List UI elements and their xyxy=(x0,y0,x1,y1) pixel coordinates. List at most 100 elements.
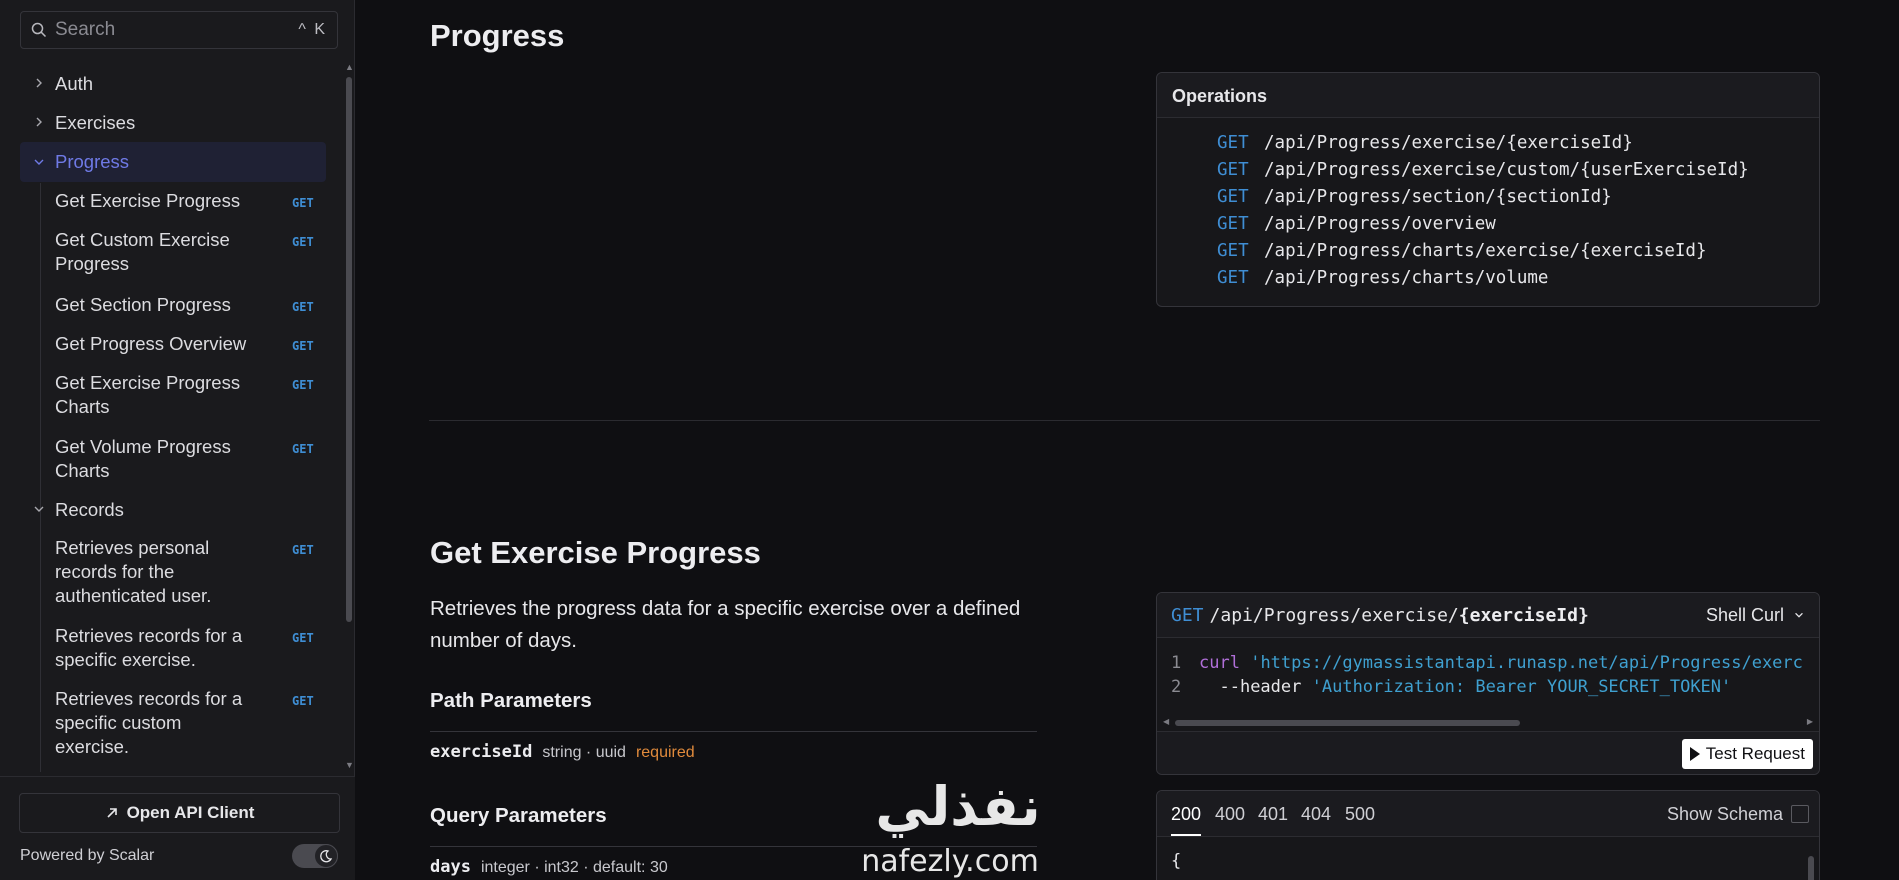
query-parameter-row: days integer · int32 · default: 30 xyxy=(430,857,668,877)
sidebar-item-get-volume-progress-charts[interactable]: Get Volume Progress Charts GET xyxy=(55,435,314,483)
scrollbar-thumb[interactable] xyxy=(346,77,352,622)
code-header-value: 'Authorization: Bearer YOUR_SECRET_TOKEN… xyxy=(1311,677,1732,697)
response-body: { xyxy=(1171,851,1182,871)
chevron-right-icon xyxy=(36,117,42,127)
sidebar-item-label: Get Section Progress xyxy=(55,294,231,315)
scroll-down-icon[interactable]: ▼ xyxy=(345,760,354,770)
operation-path: /api/Progress/charts/exercise/{exerciseI… xyxy=(1264,241,1707,261)
endpoint-description: Retrieves the progress data for a specif… xyxy=(430,597,1021,652)
request-header: GET/api/Progress/exercise/{exerciseId} S… xyxy=(1157,593,1819,638)
sidebar-item-auth[interactable]: Auth xyxy=(20,72,326,96)
language-label: Shell Curl xyxy=(1705,605,1784,625)
method-badge: GET xyxy=(292,300,314,314)
scroll-up-icon[interactable]: ▲ xyxy=(345,62,354,72)
tab-400[interactable]: 400 xyxy=(1215,804,1245,825)
arrow-up-right-icon xyxy=(107,808,117,818)
param-name: days xyxy=(430,857,471,877)
sidebar-item-exercises[interactable]: Exercises xyxy=(20,111,326,135)
operation-link[interactable]: GET/api/Progress/exercise/custom/{userEx… xyxy=(1217,160,1749,180)
operation-link[interactable]: GET/api/Progress/exercise/{exerciseId} xyxy=(1217,133,1633,153)
search-placeholder: Search xyxy=(55,19,116,40)
test-request-label: Test Request xyxy=(1705,744,1805,763)
sidebar-item-label: Progress xyxy=(55,253,130,274)
chevron-down-icon xyxy=(34,159,44,165)
sidebar-scrollbar[interactable]: ▲ ▼ xyxy=(345,62,354,772)
sidebar-item-personal-records[interactable]: Retrieves personal records for the authe… xyxy=(55,536,314,608)
sidebar-item-label: Auth xyxy=(55,73,94,94)
powered-by-text: Powered by Scalar xyxy=(20,847,155,864)
sidebar-item-get-exercise-progress-charts[interactable]: Get Exercise Progress Charts GET xyxy=(55,371,314,419)
language-selector[interactable]: Shell Curl xyxy=(1706,605,1805,626)
param-required: required xyxy=(635,744,695,761)
tab-404[interactable]: 404 xyxy=(1301,804,1331,825)
operation-link[interactable]: GET/api/Progress/charts/volume xyxy=(1217,268,1548,288)
sidebar-item-label: specific custom xyxy=(55,712,182,733)
query-parameters-heading: Query Parameters xyxy=(430,804,607,827)
method-label: GET xyxy=(1217,241,1249,261)
method-badge: GET xyxy=(292,694,314,708)
operation-link[interactable]: GET/api/Progress/charts/exercise/{exerci… xyxy=(1217,241,1707,261)
sidebar-item-label: Exercises xyxy=(55,112,136,133)
svg-text:nafezly.com: nafezly.com xyxy=(861,844,1039,879)
method-badge: GET xyxy=(292,235,314,249)
sidebar-item-label: Records xyxy=(55,499,124,520)
path-parameters-heading: Path Parameters xyxy=(430,689,592,712)
test-request-button[interactable]: Test Request xyxy=(1681,739,1813,769)
method-badge: GET xyxy=(292,339,314,353)
sidebar-item-label: Progress xyxy=(55,151,130,172)
scrollbar-thumb[interactable] xyxy=(1175,720,1520,726)
scroll-left-icon[interactable]: ◀ xyxy=(1163,717,1169,726)
theme-toggle[interactable] xyxy=(292,844,338,868)
endpoint-title: Get Exercise Progress xyxy=(430,535,761,570)
sidebar-item-label: Get Exercise Progress xyxy=(55,190,241,211)
scrollbar-thumb[interactable] xyxy=(1808,856,1814,880)
request-method: GET xyxy=(1171,605,1204,626)
operation-path: /api/Progress/charts/volume xyxy=(1264,268,1549,288)
tab-401[interactable]: 401 xyxy=(1258,804,1288,825)
operation-link[interactable]: GET/api/Progress/section/{sectionId} xyxy=(1217,187,1612,207)
sidebar-item-get-exercise-progress[interactable]: Get Exercise Progress GET xyxy=(55,189,314,213)
code-horizontal-scrollbar[interactable]: ◀ ▶ xyxy=(1163,717,1813,729)
search-input[interactable]: Search ^ K xyxy=(20,11,338,49)
show-schema-checkbox[interactable] xyxy=(1791,805,1809,823)
sidebar-item-get-section-progress[interactable]: Get Section Progress GET xyxy=(55,293,314,317)
sidebar-item-records[interactable]: Records xyxy=(20,498,326,522)
response-scrollbar[interactable] xyxy=(1807,841,1815,880)
operation-link[interactable]: GET/api/Progress/overview xyxy=(1217,214,1496,234)
sidebar-item-exercise-records[interactable]: Retrieves records for a specific exercis… xyxy=(55,624,314,672)
main-content: Progress Operations GET/api/Progress/exe… xyxy=(356,0,1899,880)
sidebar: Search ^ K Auth Exercises Progress Get E… xyxy=(0,0,355,880)
param-type: string · uuid xyxy=(542,744,626,761)
sidebar-item-label: Retrieves personal xyxy=(55,537,210,558)
sidebar-nav: Auth Exercises Progress Get Exercise Pro… xyxy=(0,62,345,772)
sidebar-item-label: specific exercise. xyxy=(55,649,196,670)
param-type: integer · int32 · default: 30 xyxy=(480,859,668,876)
sidebar-item-progress[interactable]: Progress xyxy=(20,142,326,182)
scroll-right-icon[interactable]: ▶ xyxy=(1807,717,1813,726)
play-icon xyxy=(1689,747,1700,761)
sidebar-item-custom-exercise-records[interactable]: Retrieves records for a specific custom … xyxy=(55,687,314,759)
chevron-right-icon xyxy=(36,78,42,88)
code-url: 'https://gymassistantapi.runasp.net/api/… xyxy=(1250,653,1803,673)
operation-path: /api/Progress/exercise/custom/{userExerc… xyxy=(1264,160,1749,180)
path-parameter-row: exerciseId string · uuid required xyxy=(430,742,695,762)
sidebar-item-label: Retrieves records for a xyxy=(55,688,243,709)
method-label: GET xyxy=(1217,268,1249,288)
sidebar-item-label: authenticated user. xyxy=(55,585,212,606)
sidebar-item-get-progress-overview[interactable]: Get Progress Overview GET xyxy=(55,332,314,356)
code-command: curl xyxy=(1199,653,1240,673)
tab-500[interactable]: 500 xyxy=(1345,804,1375,825)
request-footer: Test Request xyxy=(1157,731,1819,774)
code-line: 2 --header 'Authorization: Bearer YOUR_S… xyxy=(1171,677,1731,697)
line-number: 1 xyxy=(1171,653,1182,673)
open-api-client-button[interactable]: Open API Client xyxy=(19,793,340,833)
sidebar-item-get-custom-exercise-progress[interactable]: Get Custom Exercise Progress GET xyxy=(55,228,314,276)
method-badge: GET xyxy=(292,378,314,392)
sidebar-item-label: Get Progress Overview xyxy=(55,333,247,354)
sidebar-item-label: Charts xyxy=(55,460,110,481)
sidebar-footer: Open API Client Powered by Scalar xyxy=(0,776,355,880)
tab-200[interactable]: 200 xyxy=(1171,804,1202,836)
svg-text:نفذلي: نفذلي xyxy=(875,775,1040,838)
sidebar-item-label: records for the xyxy=(55,561,175,582)
nafezly-watermark-logo: نفذلي nafezly.com xyxy=(861,775,1040,879)
